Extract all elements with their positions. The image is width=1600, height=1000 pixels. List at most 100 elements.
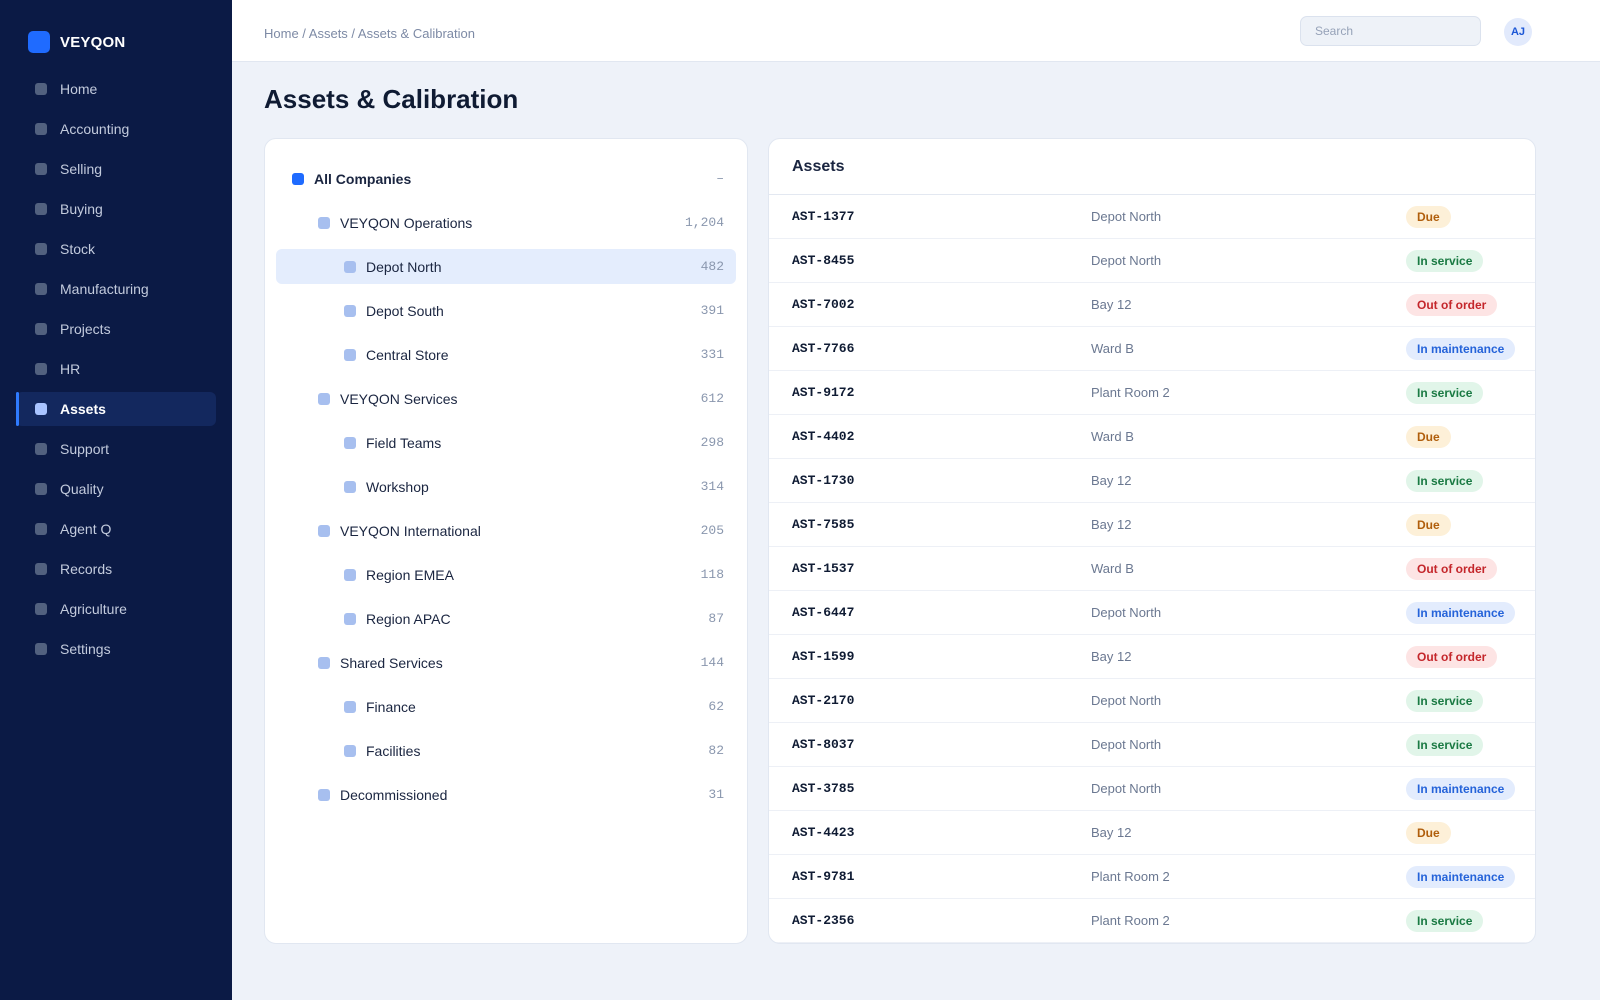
status-badge: In maintenance [1406, 778, 1516, 800]
sidebar-item-quality[interactable]: Quality [16, 472, 216, 506]
tree-node-depot-south[interactable]: Depot South 391 [276, 293, 736, 328]
table-row[interactable]: AST-8037 Depot North In service [769, 723, 1535, 767]
table-row[interactable]: AST-7766 Ward B In maintenance [769, 327, 1535, 371]
asset-id: AST-9781 [792, 869, 855, 884]
asset-location: Plant Room 2 [1091, 913, 1170, 928]
tree-node-count: 205 [700, 523, 724, 538]
table-row[interactable]: AST-8455 Depot North In service [769, 239, 1535, 283]
status-badge: In maintenance [1406, 602, 1516, 624]
tree-node-region-emea[interactable]: Region EMEA 118 [276, 557, 736, 592]
tree-node-label: Decommissioned [340, 786, 448, 803]
tree-node-central-store[interactable]: Central Store 331 [276, 337, 736, 372]
node-square-icon [344, 612, 356, 625]
nav-square-icon [35, 123, 47, 135]
sidebar-item-agriculture[interactable]: Agriculture [16, 592, 216, 626]
company-tree-panel: All Companies – VEYQON Operations 1,204 Depo… [264, 138, 748, 944]
asset-id: AST-9172 [792, 385, 855, 400]
tree-node-count: 314 [700, 479, 724, 494]
nav-square-icon [35, 83, 47, 95]
status-badge: Due [1406, 822, 1451, 844]
asset-id: AST-3785 [792, 781, 855, 796]
status-badge: Due [1406, 514, 1451, 536]
tree-node-label: VEYQON Operations [340, 214, 473, 231]
nav-square-icon [35, 283, 47, 295]
sidebar-item-selling[interactable]: Selling [16, 152, 216, 186]
sidebar-item-support[interactable]: Support [16, 432, 216, 466]
sidebar-item-label: Accounting [60, 121, 130, 137]
status-badge: Out of order [1406, 294, 1498, 316]
sidebar-item-settings[interactable]: Settings [16, 632, 216, 666]
asset-location: Bay 12 [1091, 297, 1132, 312]
table-row[interactable]: AST-1537 Ward B Out of order [769, 547, 1535, 591]
tree-node-workshop[interactable]: Workshop 314 [276, 469, 736, 504]
tree-node-label: Central Store [366, 346, 449, 363]
table-row[interactable]: AST-7585 Bay 12 Due [769, 503, 1535, 547]
asset-location: Depot North [1091, 253, 1162, 268]
sidebar-item-hr[interactable]: HR [16, 352, 216, 386]
tree-node-veyqon-operations[interactable]: VEYQON Operations 1,204 [276, 205, 736, 240]
nav-square-icon [35, 563, 47, 575]
sidebar-item-label: Support [60, 441, 110, 457]
node-square-icon [344, 348, 356, 361]
asset-id: AST-2356 [792, 913, 855, 928]
asset-location: Depot North [1091, 781, 1162, 796]
tree-node-veyqon-services[interactable]: VEYQON Services 612 [276, 381, 736, 416]
sidebar-item-projects[interactable]: Projects [16, 312, 216, 346]
table-row[interactable]: AST-1730 Bay 12 In service [769, 459, 1535, 503]
tree-node-facilities[interactable]: Facilities 82 [276, 733, 736, 768]
tree-node-region-apac[interactable]: Region APAC 87 [276, 601, 736, 636]
status-badge: In service [1406, 470, 1484, 492]
table-row[interactable]: AST-9781 Plant Room 2 In maintenance [769, 855, 1535, 899]
sidebar-item-assets[interactable]: Assets [16, 392, 216, 426]
table-row[interactable]: AST-1599 Bay 12 Out of order [769, 635, 1535, 679]
tree-node-label: Region EMEA [366, 566, 454, 583]
node-square-icon [318, 788, 330, 801]
table-row[interactable]: AST-2356 Plant Room 2 In service [769, 899, 1535, 943]
asset-location: Depot North [1091, 737, 1162, 752]
breadcrumb[interactable]: Home / Assets / Assets & Calibration [264, 26, 475, 41]
tree-node-label: VEYQON Services [340, 390, 458, 407]
node-square-icon [344, 304, 356, 317]
table-row[interactable]: AST-3785 Depot North In maintenance [769, 767, 1535, 811]
node-square-icon [344, 700, 356, 713]
tree-node-depot-north[interactable]: Depot North 482 [276, 249, 736, 284]
table-row[interactable]: AST-1377 Depot North Due [769, 195, 1535, 239]
tree-node-count: 31 [708, 787, 724, 802]
node-square-icon [344, 568, 356, 581]
sidebar-item-records[interactable]: Records [16, 552, 216, 586]
brand-logo-icon [28, 31, 50, 53]
nav-square-icon [35, 203, 47, 215]
tree-node-field-teams[interactable]: Field Teams 298 [276, 425, 736, 460]
table-row[interactable]: AST-4423 Bay 12 Due [769, 811, 1535, 855]
nav-square-icon [35, 163, 47, 175]
table-row[interactable]: AST-9172 Plant Room 2 In service [769, 371, 1535, 415]
sidebar-item-agent-q[interactable]: Agent Q [16, 512, 216, 546]
asset-location: Ward B [1091, 341, 1134, 356]
asset-location: Bay 12 [1091, 825, 1132, 840]
tree-node-all-companies[interactable]: All Companies – [276, 161, 736, 196]
brand[interactable]: VEYQON [28, 31, 125, 53]
sidebar-item-manufacturing[interactable]: Manufacturing [16, 272, 216, 306]
search-input[interactable] [1300, 16, 1481, 46]
sidebar-item-accounting[interactable]: Accounting [16, 112, 216, 146]
node-square-icon [318, 392, 330, 405]
tree-node-veyqon-international[interactable]: VEYQON International 205 [276, 513, 736, 548]
table-row[interactable]: AST-2170 Depot North In service [769, 679, 1535, 723]
sidebar-item-stock[interactable]: Stock [16, 232, 216, 266]
tree-node-shared-services[interactable]: Shared Services 144 [276, 645, 736, 680]
table-row[interactable]: AST-4402 Ward B Due [769, 415, 1535, 459]
tree-node-count: 62 [708, 699, 724, 714]
tree-node-count: 482 [700, 259, 724, 274]
table-row[interactable]: AST-7002 Bay 12 Out of order [769, 283, 1535, 327]
nav-square-icon [35, 483, 47, 495]
sidebar-item-home[interactable]: Home [16, 72, 216, 106]
table-row[interactable]: AST-6447 Depot North In maintenance [769, 591, 1535, 635]
asset-location: Ward B [1091, 429, 1134, 444]
user-avatar[interactable]: AJ [1504, 18, 1532, 46]
asset-id: AST-1599 [792, 649, 855, 664]
tree-node-finance[interactable]: Finance 62 [276, 689, 736, 724]
top-bar: Home / Assets / Assets & Calibration AJ [232, 0, 1600, 62]
sidebar-item-buying[interactable]: Buying [16, 192, 216, 226]
tree-node-decommissioned[interactable]: Decommissioned 31 [276, 777, 736, 812]
asset-location: Plant Room 2 [1091, 869, 1170, 884]
